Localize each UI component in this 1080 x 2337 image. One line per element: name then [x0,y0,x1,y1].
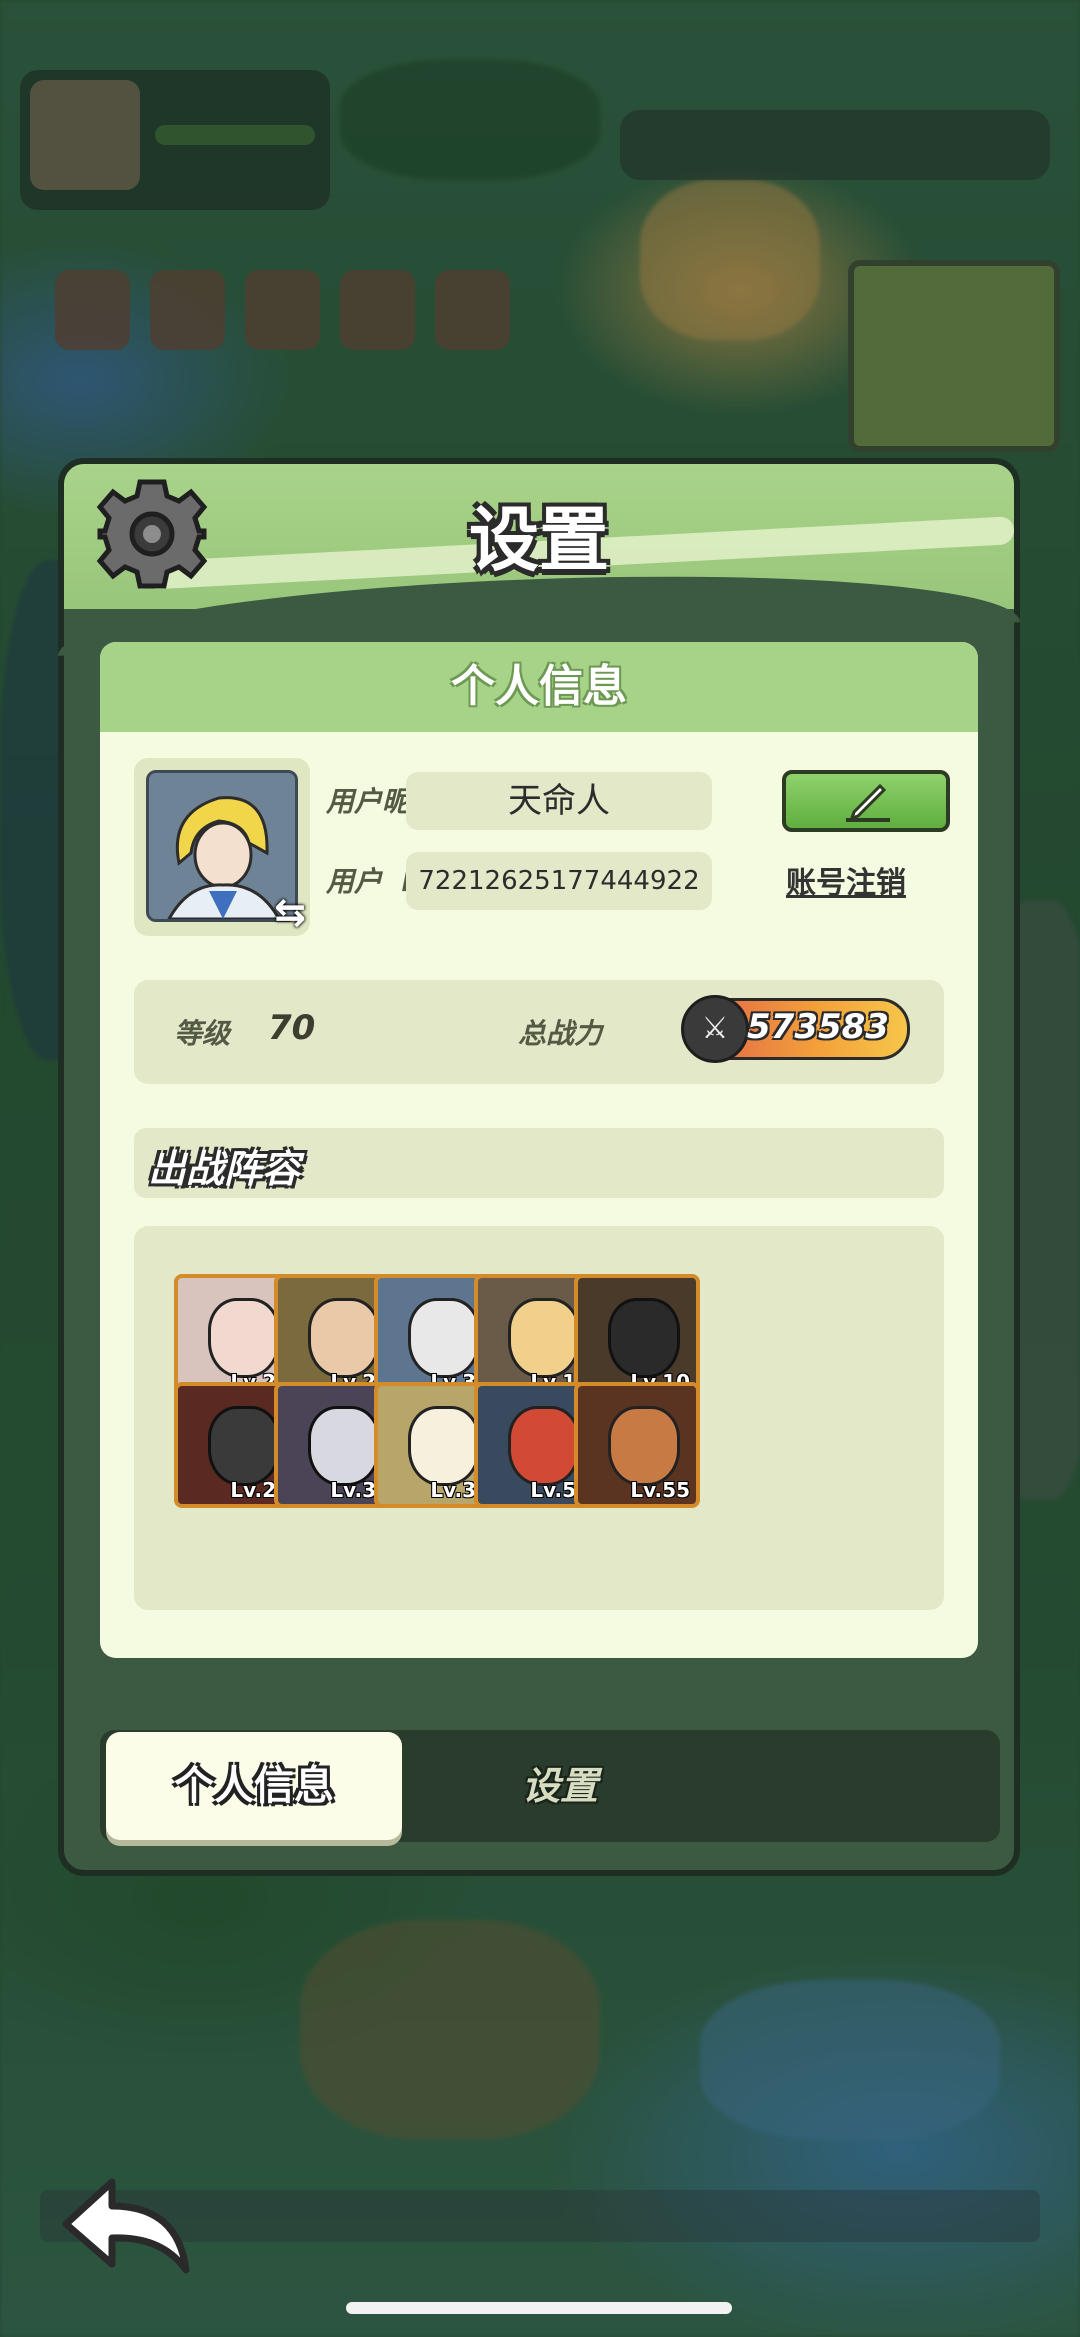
dialog-tab-bar: 个人信息 设置 [100,1730,1000,1842]
stats-bar: 等级 70 总战力 ⚔ 573583 [134,980,944,1084]
level-value: 70 [268,1008,316,1048]
card-header: 个人信息 [100,642,978,732]
hero-level: Lv.55 [630,1478,690,1502]
hero-slot-10[interactable]: Lv.55 [574,1382,700,1508]
userid-field: 72212625177444922 [406,852,712,910]
personal-info-card: 个人信息 ⇆ 用户昵称 天命人 用户 ID 72212625177444922 … [100,642,978,1658]
lineup-header: 出战阵容 [134,1128,944,1198]
nickname-field: 天命人 [406,772,712,830]
back-arrow-icon[interactable] [58,2172,198,2282]
edit-nickname-button[interactable] [782,770,950,832]
avatar-frame[interactable]: ⇆ [134,758,310,936]
tab-settings[interactable]: 设置 [400,1732,720,1840]
power-value: 573583 [747,1007,889,1047]
dialog-title: 设置 [469,499,609,581]
power-label: 总战力 [518,1017,603,1050]
hero-lineup-grid: Lv.21 Lv.25 Lv.30 Lv.11 Lv.10 Lv.23 Lv.3… [134,1226,944,1610]
delete-account-link[interactable]: 账号注销 [786,858,906,902]
level-label: 等级 [174,1017,231,1050]
pencil-icon [846,783,890,822]
tab-personal-info[interactable]: 个人信息 [106,1732,402,1840]
crossed-swords-icon: ⚔ [681,995,749,1063]
swap-icon[interactable]: ⇆ [274,890,306,934]
lineup-title: 出战阵容 [148,1147,301,1191]
power-badge: ⚔ 573583 [681,995,910,1063]
settings-dialog: 设置 个人信息 ⇆ 用户昵称 天命人 用户 ID 722126251774449… [58,458,1020,1876]
home-indicator[interactable] [346,2302,732,2314]
